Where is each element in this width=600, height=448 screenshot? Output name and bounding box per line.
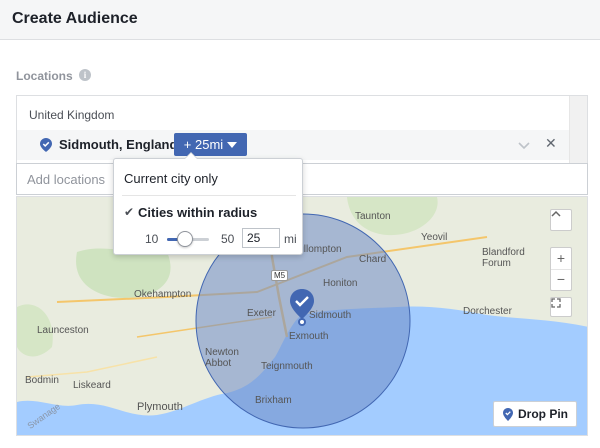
radius-button-label: + 25mi	[183, 137, 224, 152]
expand-map-button[interactable]	[550, 209, 572, 231]
map-pin-icon	[40, 138, 52, 152]
option-current-city-only[interactable]: Current city only	[124, 171, 218, 186]
divider	[122, 195, 296, 196]
chevron-up-icon	[551, 210, 561, 217]
check-icon: ✔	[124, 205, 135, 219]
map-label-teignmouth: Teignmouth	[261, 361, 313, 372]
selected-location-name: Sidmouth, England	[59, 137, 178, 152]
map-label-yeovil: Yeovil	[421, 232, 448, 243]
map-label-plymouth: Plymouth	[137, 401, 183, 413]
page-header: Create Audience	[0, 0, 600, 40]
fullscreen-icon	[551, 298, 561, 308]
chevron-down-icon[interactable]	[517, 138, 531, 152]
fullscreen-button[interactable]	[550, 297, 572, 317]
zoom-in-button[interactable]: +	[551, 248, 571, 270]
map-label-taunton: Taunton	[355, 211, 391, 222]
page-title: Create Audience	[12, 10, 138, 27]
map-pin-icon	[503, 408, 513, 421]
map-label-launceston: Launceston	[37, 325, 89, 336]
slider-max-label: 50	[221, 232, 235, 246]
map-label-chard: Chard	[359, 254, 387, 265]
map-label-sidmouth: Sidmouth	[309, 310, 352, 321]
slider-min-label: 10	[145, 232, 159, 246]
drop-pin-label: Drop Pin	[518, 407, 568, 421]
map-label-honiton: Honiton	[323, 278, 358, 289]
info-icon[interactable]: i	[79, 69, 91, 81]
zoom-controls: + −	[550, 247, 572, 291]
map-label-liskeard: Liskeard	[73, 380, 111, 391]
remove-location-close-icon[interactable]: ✕	[545, 135, 557, 152]
map-label-blandford-forum: Blandford Forum	[482, 247, 525, 269]
road-shield-m5: M5	[271, 270, 289, 281]
scrollbar[interactable]	[569, 96, 587, 164]
map-label-exeter: Exeter	[247, 308, 276, 319]
map-label-dorchester: Dorchester	[463, 306, 512, 317]
radius-slider-handle[interactable]	[177, 231, 193, 247]
radius-unit-label: mi	[284, 232, 297, 246]
location-row: Sidmouth, England + 25mi ✕	[17, 130, 569, 160]
zoom-out-button[interactable]: −	[551, 270, 571, 291]
map-label-bodmin: Bodmin	[25, 375, 59, 386]
map-label-okehampton: Okehampton	[134, 289, 192, 300]
map-label-brixham: Brixham	[255, 395, 292, 406]
drop-pin-button[interactable]: Drop Pin	[493, 401, 577, 427]
locations-list: United Kingdom Sidmouth, England + 25mi …	[16, 95, 588, 165]
locations-label: Locations	[16, 69, 73, 83]
radius-value-input[interactable]	[242, 228, 280, 248]
map-label-exmouth: Exmouth	[289, 331, 329, 342]
option-cities-within-radius[interactable]: Cities within radius	[138, 205, 257, 220]
caret-down-icon	[227, 141, 238, 148]
map-label-newton-abbot: Newton Abbot	[205, 347, 239, 369]
radius-dropdown-menu: Current city only ✔ Cities within radius…	[113, 152, 303, 255]
country-label: United Kingdom	[29, 108, 115, 122]
